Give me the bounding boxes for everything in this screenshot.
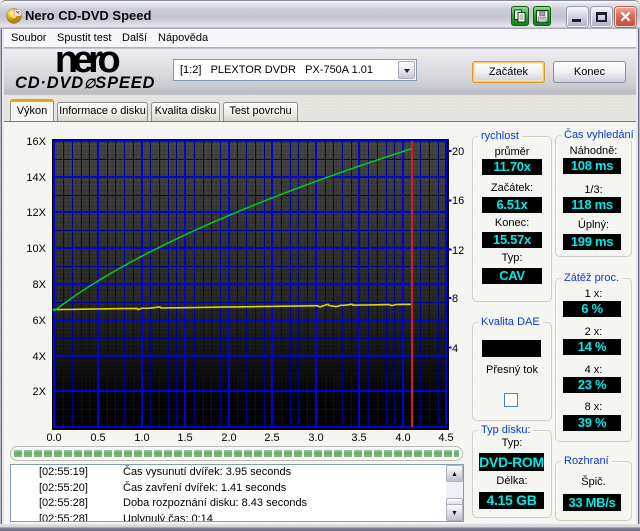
svg-text:2.0: 2.0 (221, 432, 236, 444)
svg-text:2X: 2X (33, 386, 47, 398)
svg-text:8: 8 (452, 293, 458, 305)
svg-text:10X: 10X (26, 243, 46, 255)
svg-text:4.5: 4.5 (438, 432, 453, 444)
svg-text:16X: 16X (26, 136, 46, 148)
svg-text:14X: 14X (26, 172, 46, 184)
svg-text:4.0: 4.0 (395, 432, 410, 444)
svg-text:4: 4 (452, 343, 458, 355)
svg-text:20: 20 (452, 146, 464, 158)
svg-text:0.5: 0.5 (90, 432, 105, 444)
svg-text:1.5: 1.5 (177, 432, 192, 444)
svg-text:12X: 12X (26, 207, 46, 219)
svg-text:3.5: 3.5 (351, 432, 366, 444)
svg-text:2.5: 2.5 (264, 432, 279, 444)
svg-text:8X: 8X (33, 279, 47, 291)
svg-text:0.0: 0.0 (46, 432, 61, 444)
svg-text:4X: 4X (33, 351, 47, 363)
svg-text:3.0: 3.0 (308, 432, 323, 444)
svg-text:1.0: 1.0 (134, 432, 149, 444)
svg-text:16: 16 (452, 195, 464, 207)
svg-text:12: 12 (452, 245, 464, 257)
svg-text:6X: 6X (33, 315, 47, 327)
